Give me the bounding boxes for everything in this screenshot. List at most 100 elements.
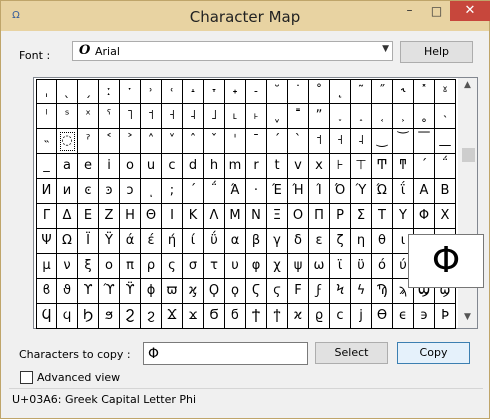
character-cell[interactable]: ϥ <box>57 304 78 329</box>
character-cell[interactable]: Φ <box>414 204 435 229</box>
character-cell[interactable]: ϔ <box>120 279 141 304</box>
character-cell[interactable]: ˨ <box>183 104 204 129</box>
character-cell[interactable]: e <box>78 154 99 179</box>
character-cell[interactable]: ψ <box>288 254 309 279</box>
character-cell[interactable]: Β <box>435 179 456 204</box>
character-cell[interactable]: ˝ <box>372 79 393 104</box>
scroll-up-icon[interactable]: ▲ <box>458 80 477 94</box>
character-cell[interactable]: ˕ <box>204 79 225 104</box>
character-cell[interactable]: Σ <box>351 204 372 229</box>
character-cell[interactable]: ˗ <box>246 79 267 104</box>
character-cell[interactable]: ό <box>372 254 393 279</box>
character-cell[interactable]: α <box>225 229 246 254</box>
character-cell[interactable]: Μ <box>225 204 246 229</box>
character-cell[interactable]: Ά <box>225 179 246 204</box>
character-cell[interactable]: υ <box>225 254 246 279</box>
title-bar[interactable]: Ω Character Map – □ ✕ <box>1 1 490 31</box>
character-cell[interactable]: Ϟ <box>330 279 351 304</box>
character-cell[interactable]: ˩ <box>204 104 225 129</box>
character-cell[interactable]: θ <box>372 229 393 254</box>
copy-button[interactable]: Copy <box>397 342 470 364</box>
character-cell[interactable]: Ϸ <box>435 304 456 329</box>
characters-to-copy-field[interactable] <box>143 342 308 365</box>
character-cell[interactable]: σ <box>183 254 204 279</box>
character-cell[interactable]: ρ <box>141 254 162 279</box>
character-cell[interactable]: ΅ <box>204 179 225 204</box>
character-cell[interactable]: ͼ <box>78 179 99 204</box>
character-cell[interactable]: φ <box>246 254 267 279</box>
character-cell[interactable]: ˚ <box>309 79 330 104</box>
character-cell[interactable]: ˏ <box>78 79 99 104</box>
character-cell[interactable]: ˑ <box>120 79 141 104</box>
character-cell[interactable]: ϳ <box>351 304 372 329</box>
character-cell[interactable]: ϗ <box>183 279 204 304</box>
character-cell[interactable]: Ξ <box>267 204 288 229</box>
character-cell[interactable]: ϲ <box>330 304 351 329</box>
character-cell[interactable]: ϖ <box>162 279 183 304</box>
character-cell[interactable]: ϟ <box>351 279 372 304</box>
character-cell[interactable]: Ϭ <box>204 304 225 329</box>
select-button[interactable]: Select <box>315 342 388 364</box>
vertical-scrollbar[interactable]: ▲ ▼ <box>458 78 477 328</box>
character-cell[interactable]: v <box>288 154 309 179</box>
character-cell[interactable]: Ό <box>330 179 351 204</box>
character-cell[interactable]: Ω <box>57 229 78 254</box>
character-cell[interactable]: ˪ <box>225 104 246 129</box>
chevron-down-icon[interactable]: ▼ <box>382 44 389 54</box>
character-cell[interactable]: и <box>57 179 78 204</box>
character-cell[interactable]: ˯ <box>330 104 351 129</box>
character-cell[interactable]: χ <box>267 254 288 279</box>
character-cell[interactable]: h <box>204 154 225 179</box>
character-cell[interactable]: ˵ <box>36 129 57 154</box>
character-cell[interactable]: ˋ <box>288 129 309 154</box>
character-cell[interactable]: Θ <box>141 204 162 229</box>
character-cell[interactable]: Ϝ <box>288 279 309 304</box>
character-cell[interactable]: ͞ <box>414 129 435 154</box>
character-cell[interactable]: π <box>120 254 141 279</box>
character-cell[interactable]: ε <box>309 229 330 254</box>
character-cell[interactable]: η <box>351 229 372 254</box>
character-cell[interactable]: ˉ <box>246 129 267 154</box>
character-cell[interactable]: ˒ <box>141 79 162 104</box>
minimize-button[interactable]: – <box>396 1 423 21</box>
character-grid[interactable]: ˌ ˎ ˏ ː ˑ ˒ ˓ ˔ ˕ ˖ ˗ ˘ ˙ ˚ ˛ ˜ ˝ ˞ ˟ ˠ ˡ ˢ ˣ ˤ ˥ ˦ ˧ ˨ ˩ ˪ ˫ ˬ ˭ ˮ ˯ ˰ ˱ ˲ ˳ ˴… <box>36 79 456 329</box>
character-cell[interactable]: ͜ <box>372 129 393 154</box>
character-cell[interactable]: Δ <box>57 204 78 229</box>
character-cell[interactable]: ΰ <box>204 229 225 254</box>
character-cell[interactable]: ˱ <box>372 104 393 129</box>
character-cell[interactable]: ω <box>309 254 330 279</box>
character-cell[interactable]: Ϥ <box>36 304 57 329</box>
character-cell[interactable]: ˮ <box>309 104 330 129</box>
character-cell[interactable]: ϯ <box>267 304 288 329</box>
character-cell[interactable]: ˀ <box>78 129 99 154</box>
character-cell[interactable]: d <box>183 154 204 179</box>
character-cell[interactable]: μ <box>36 254 57 279</box>
character-cell[interactable]: ˌ <box>36 79 57 104</box>
character-cell[interactable]: Ϧ <box>78 304 99 329</box>
character-cell[interactable]: · <box>246 179 267 204</box>
character-cell[interactable]: Ι <box>162 204 183 229</box>
character-cell[interactable]: ˟ <box>414 79 435 104</box>
character-cell[interactable]: ː <box>99 79 120 104</box>
character-cell[interactable]: Ϯ <box>246 304 267 329</box>
character-cell[interactable]: Π <box>309 204 330 229</box>
character-cell[interactable]: ˙ <box>288 79 309 104</box>
character-cell[interactable]: Γ <box>36 204 57 229</box>
character-cell[interactable]: ΐ <box>393 179 414 204</box>
character-cell[interactable]: Ϙ <box>204 279 225 304</box>
character-cell[interactable]: Ο <box>288 204 309 229</box>
advanced-view-checkbox[interactable] <box>20 371 33 384</box>
character-cell[interactable]: ή <box>162 229 183 254</box>
character-cell[interactable]: c <box>162 154 183 179</box>
character-cell[interactable]: a <box>57 154 78 179</box>
character-cell[interactable]: ͝ <box>393 129 414 154</box>
character-cell[interactable]: ν <box>57 254 78 279</box>
character-cell[interactable]: ϰ <box>288 304 309 329</box>
character-cell[interactable]: ˛ <box>330 79 351 104</box>
character-cell[interactable]: ϭ <box>225 304 246 329</box>
character-cell[interactable]: ϝ <box>309 279 330 304</box>
character-cell[interactable]: ˴ <box>435 104 456 129</box>
character-cell[interactable]: r <box>246 154 267 179</box>
character-cell[interactable]: Ͳ <box>372 154 393 179</box>
character-cell[interactable]: ΄ <box>183 179 204 204</box>
